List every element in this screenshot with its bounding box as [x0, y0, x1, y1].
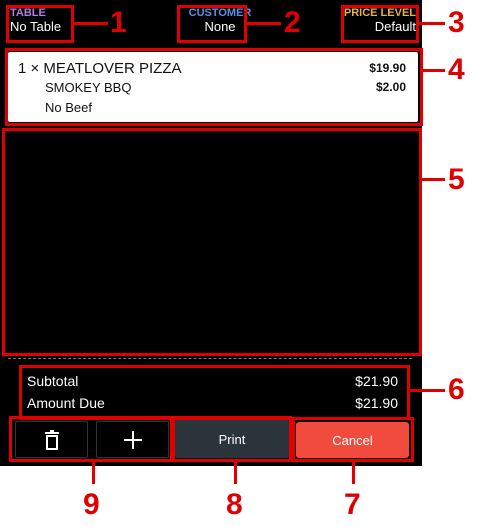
callout-number-6: 6 [448, 373, 465, 406]
divider [8, 358, 412, 359]
callout-line-6 [410, 389, 445, 392]
callout-box-2 [177, 5, 247, 43]
callout-number-1: 1 [110, 6, 127, 39]
callout-line-7 [352, 462, 355, 484]
callout-box-6 [19, 365, 410, 420]
callout-number-7: 7 [344, 488, 361, 521]
callout-line-2 [247, 22, 281, 25]
callout-box-3 [341, 5, 419, 43]
callout-box-7 [292, 417, 414, 462]
callout-box-8 [172, 416, 292, 462]
callout-number-8: 8 [226, 488, 243, 521]
callout-line-9 [92, 462, 95, 484]
callout-line-3 [419, 22, 445, 25]
callout-box-1 [6, 5, 74, 43]
callout-line-1 [74, 22, 108, 25]
callout-line-8 [234, 462, 237, 484]
callout-box-9 [9, 416, 173, 462]
callout-number-5: 5 [448, 163, 465, 196]
callout-box-4 [5, 48, 423, 126]
callout-line-4 [423, 69, 445, 72]
callout-number-2: 2 [284, 6, 301, 39]
callout-number-3: 3 [448, 6, 465, 39]
callout-line-5 [422, 178, 445, 181]
callout-number-4: 4 [448, 53, 465, 86]
callout-number-9: 9 [83, 488, 100, 521]
callout-box-5 [2, 128, 422, 356]
